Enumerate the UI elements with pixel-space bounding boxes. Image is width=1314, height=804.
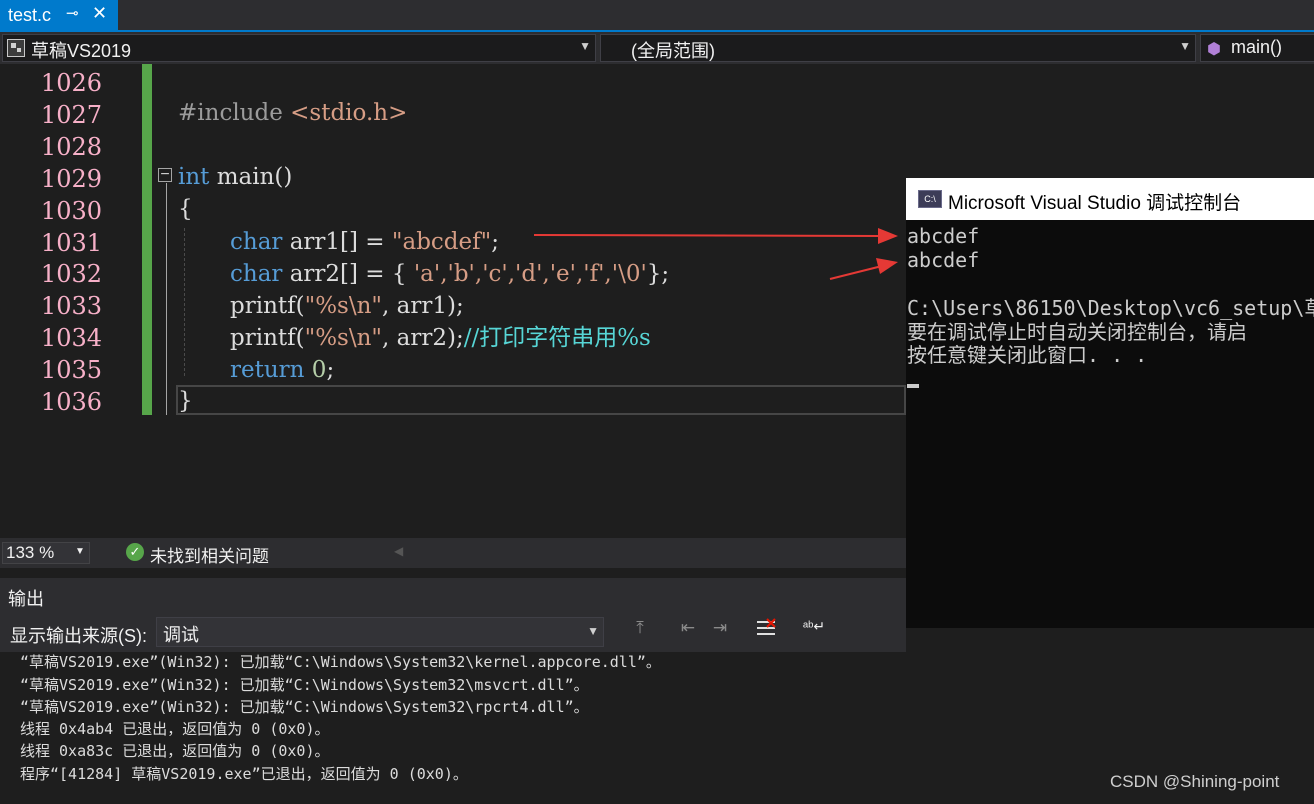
number-literal: 0 <box>304 357 327 383</box>
console-title: Microsoft Visual Studio 调试控制台 <box>948 193 1242 214</box>
watermark: CSDN @Shining-point <box>1110 772 1280 791</box>
console-line: 按任意键关闭此窗口. . . <box>907 343 1148 367</box>
line-number: 1032 <box>40 260 102 288</box>
output-panel-header: 输出 <box>0 578 906 612</box>
keyword: char <box>230 229 283 255</box>
code-text: ; <box>326 357 335 383</box>
clear-all-icon[interactable] <box>754 618 778 644</box>
chevron-down-icon: ▼ <box>587 624 599 638</box>
line-number: 1033 <box>40 292 102 320</box>
keyword: int <box>178 164 210 190</box>
line-number: 1028 <box>40 133 102 161</box>
line-number: 1026 <box>40 69 102 97</box>
output-source-value: 调试 <box>163 625 199 645</box>
string-literal: "abcdef" <box>391 229 492 255</box>
scroll-left-icon[interactable]: ◀ <box>394 544 403 558</box>
code-line-1031: char arr1[] = "abcdef"; <box>230 226 499 258</box>
current-line-highlight <box>176 385 906 415</box>
code-line-1034: printf("%s\n", arr2);//打印字符串用%s <box>230 322 651 354</box>
code-text: }; <box>646 261 670 287</box>
code-line-1030: { <box>178 196 193 222</box>
line-number: 1035 <box>40 356 102 384</box>
code-line-1027: #include <stdio.h> <box>178 97 407 129</box>
chevron-down-icon: ▼ <box>579 39 591 53</box>
output-line: 线程 0xa83c 已退出，返回值为 0 (0x0)。 <box>20 742 330 760</box>
scope-dropdown[interactable]: (全局范围) ▼ <box>600 34 1196 62</box>
line-number: 1034 <box>40 324 102 352</box>
char-literals: 'a','b','c','d','e','f','\0' <box>413 261 647 287</box>
output-line: 程序“[41284] 草稿VS2019.exe”已退出，返回值为 0 (0x0)… <box>20 765 468 783</box>
string-literal: "%s\n" <box>304 293 383 319</box>
output-source-dropdown[interactable]: 调试 ▼ <box>156 617 604 647</box>
code-comment: //打印字符串用%s <box>463 325 651 351</box>
project-name: 草稿VS2019 <box>31 41 132 61</box>
code-text: arr1[] = <box>282 229 392 255</box>
find-message-icon[interactable]: ⤒ <box>628 618 652 644</box>
output-line: “草稿VS2019.exe”(Win32): 已加载“C:\Windows\Sy… <box>20 676 589 694</box>
member-dropdown[interactable]: ⬢ main() <box>1200 34 1314 62</box>
tab-title: test.c <box>8 5 52 25</box>
output-line: 线程 0x4ab4 已退出，返回值为 0 (0x0)。 <box>20 720 330 738</box>
code-text: ; <box>491 229 499 255</box>
issues-status[interactable]: 未找到相关问题 <box>150 542 269 567</box>
line-number: 1031 <box>40 229 102 257</box>
collapse-toggle[interactable]: − <box>158 167 172 183</box>
line-number: 1029 <box>40 165 102 193</box>
project-icon <box>7 39 25 57</box>
code-line-1029: int main() <box>178 161 292 193</box>
indent-guide <box>184 228 185 376</box>
previous-message-icon[interactable]: ⇤ <box>676 618 700 644</box>
console-line: abcdef <box>907 224 980 248</box>
code-text: , arr1); <box>382 293 464 319</box>
code-line-1033: printf("%s\n", arr1); <box>230 290 464 322</box>
code-line-1036: } <box>178 388 193 414</box>
zoom-level: 133 % <box>6 543 55 562</box>
project-dropdown[interactable]: 草稿VS2019 ▼ <box>2 34 596 62</box>
code-text: printf( <box>230 325 305 351</box>
keyword: char <box>230 261 283 287</box>
string-literal: "%s\n" <box>304 325 383 351</box>
pin-icon[interactable]: ⊸ <box>66 4 79 22</box>
line-number: 1027 <box>40 101 102 129</box>
code-line-1035: return 0; <box>230 354 334 386</box>
method-cube-icon: ⬢ <box>1207 41 1221 58</box>
preprocessor-directive: #include <box>178 100 291 126</box>
function-signature: main() <box>209 164 293 190</box>
close-icon[interactable]: ✕ <box>92 3 107 24</box>
change-indicator-bar <box>142 64 152 415</box>
line-number: 1036 <box>40 388 102 416</box>
scope-label: (全局范围) <box>631 41 715 61</box>
document-tab-bar <box>0 0 1314 32</box>
console-cursor <box>907 384 919 388</box>
console-line: C:\Users\86150\Desktop\vc6_setup\草 <box>907 296 1314 320</box>
check-circle-icon: ✓ <box>126 543 144 561</box>
code-line-1032: char arr2[] = { 'a','b','c','d','e','f',… <box>230 258 669 290</box>
chevron-down-icon: ▼ <box>75 546 85 557</box>
output-line: “草稿VS2019.exe”(Win32): 已加载“C:\Windows\Sy… <box>20 653 661 671</box>
output-source-label: 显示输出来源(S): <box>10 626 147 646</box>
console-line: 要在调试停止时自动关闭控制台，请启 <box>907 320 1247 344</box>
member-label: main() <box>1231 37 1283 57</box>
word-wrap-icon[interactable]: ᵃᵇ↵ <box>802 618 826 644</box>
zoom-dropdown[interactable]: 133 % ▼ <box>2 542 90 564</box>
console-title-bar[interactable]: C:\ Microsoft Visual Studio 调试控制台 <box>906 178 1314 220</box>
console-app-icon: C:\ <box>918 190 942 208</box>
line-number: 1030 <box>40 197 102 225</box>
code-text: , arr2); <box>382 325 464 351</box>
console-line: abcdef <box>907 248 980 272</box>
code-text: printf( <box>230 293 305 319</box>
fold-guide-line <box>166 183 167 415</box>
include-header: <stdio.h> <box>290 100 408 126</box>
tab-test-c[interactable]: test.c ⊸ ✕ <box>0 0 118 30</box>
keyword: return <box>230 357 305 383</box>
next-message-icon[interactable]: ⇥ <box>708 618 732 644</box>
code-text: arr2[] = { <box>282 261 414 287</box>
output-line: “草稿VS2019.exe”(Win32): 已加载“C:\Windows\Sy… <box>20 698 589 716</box>
chevron-down-icon: ▼ <box>1179 39 1191 53</box>
output-panel-title: 输出 <box>8 589 44 609</box>
